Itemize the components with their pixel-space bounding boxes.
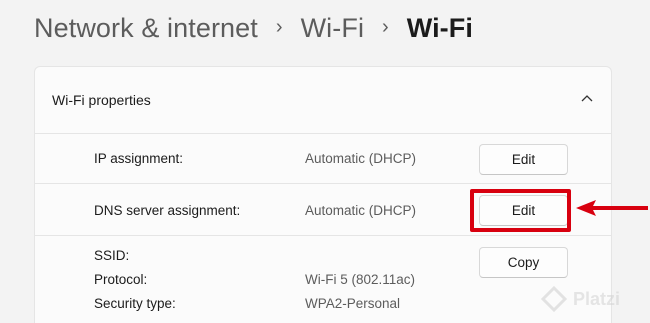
chevron-up-icon[interactable] xyxy=(580,93,594,103)
breadcrumb: Network & internet › Wi-Fi › Wi-Fi xyxy=(34,8,473,48)
security-type-value: WPA2-Personal xyxy=(305,296,401,311)
breadcrumb-separator-icon: › xyxy=(382,15,389,38)
network-details-row: SSID: Protocol: Wi-Fi 5 (802.11ac) Secur… xyxy=(35,236,611,323)
ip-edit-button[interactable]: Edit xyxy=(479,144,568,175)
ip-assignment-value: Automatic (DHCP) xyxy=(305,151,417,166)
security-type-label: Security type: xyxy=(94,296,176,311)
settings-window: Network & internet › Wi-Fi › Wi-Fi Wi-Fi… xyxy=(0,0,650,323)
dns-assignment-value: Automatic (DHCP) xyxy=(305,203,417,218)
ip-assignment-row: IP assignment: Automatic (DHCP) Edit xyxy=(35,134,611,184)
wifi-properties-title: Wi-Fi properties xyxy=(52,92,151,108)
breadcrumb-network-internet[interactable]: Network & internet xyxy=(34,13,258,44)
protocol-label: Protocol: xyxy=(94,272,148,287)
platzi-watermark: Platzi xyxy=(541,286,620,312)
breadcrumb-separator-icon: › xyxy=(275,15,283,38)
ip-assignment-label: IP assignment: xyxy=(94,151,184,166)
watermark-text: Platzi xyxy=(573,288,621,309)
page-title: Wi-Fi xyxy=(406,12,473,43)
wifi-properties-header[interactable]: Wi-Fi properties xyxy=(35,67,611,134)
dns-assignment-label: DNS server assignment: xyxy=(94,203,241,218)
breadcrumb-wifi[interactable]: Wi-Fi xyxy=(301,13,364,44)
protocol-value: Wi-Fi 5 (802.11ac) xyxy=(305,272,416,287)
red-arrow-icon xyxy=(576,200,648,216)
highlight-box xyxy=(470,189,571,232)
ssid-label: SSID: xyxy=(94,248,130,263)
platzi-logo-icon xyxy=(541,286,567,312)
copy-button[interactable]: Copy xyxy=(479,247,568,278)
